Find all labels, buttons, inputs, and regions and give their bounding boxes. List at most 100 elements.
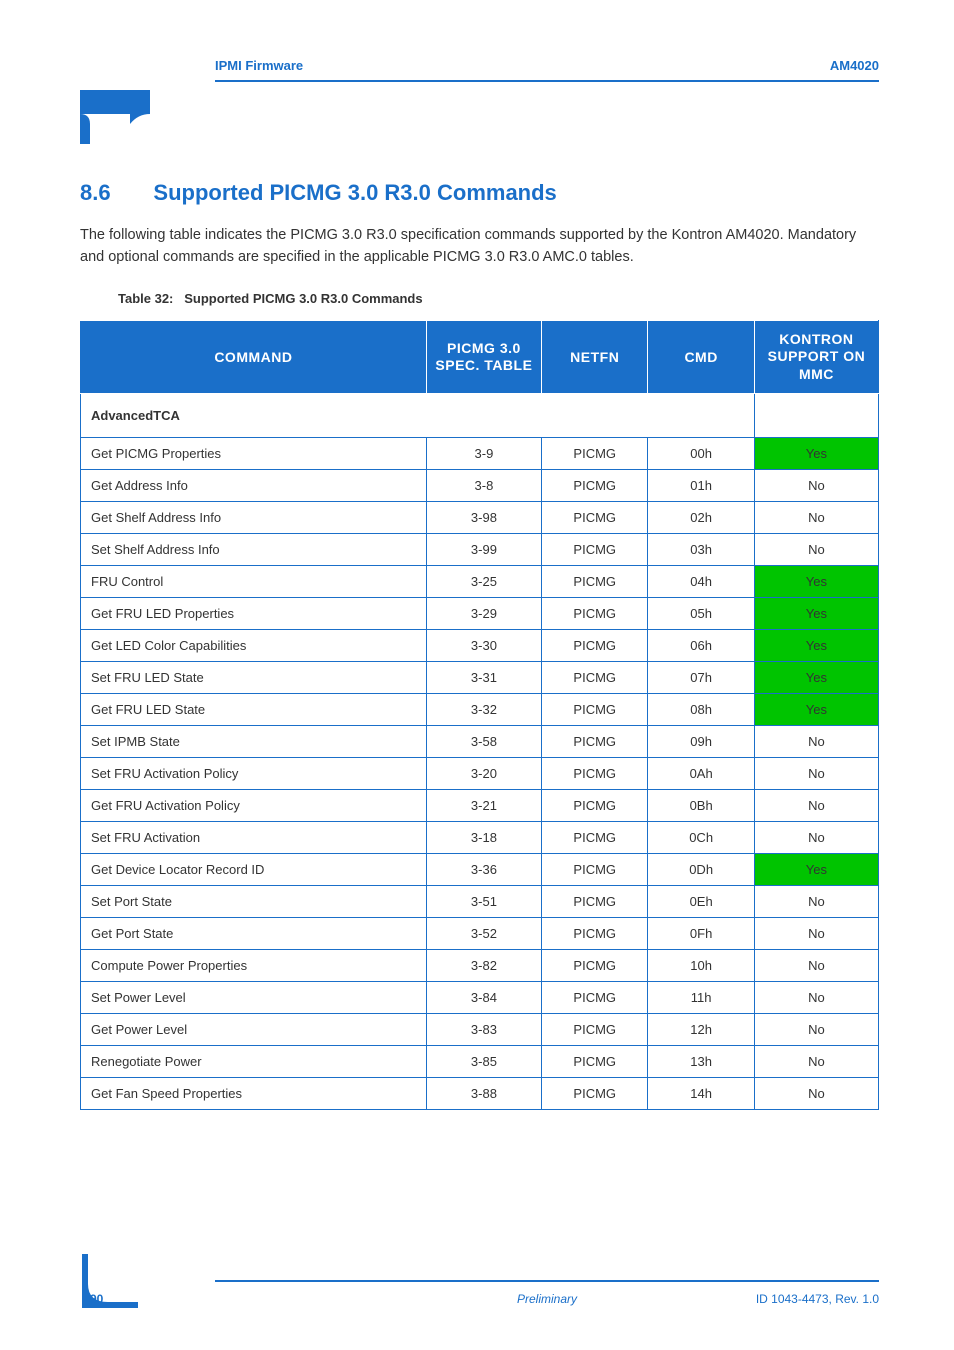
cell-command: Get PICMG Properties [81, 438, 427, 470]
table-row: Get Device Locator Record ID3-36PICMG0Dh… [81, 854, 879, 886]
table-row: Set Port State3-51PICMG0EhNo [81, 886, 879, 918]
cell-netfn: PICMG [542, 534, 648, 566]
cell-spec-table: 3-9 [426, 438, 541, 470]
cell-support: No [754, 982, 878, 1014]
cell-support: Yes [754, 566, 878, 598]
cell-command: Get Fan Speed Properties [81, 1078, 427, 1110]
table-row: Compute Power Properties3-82PICMG10hNo [81, 950, 879, 982]
cell-command: Get Power Level [81, 1014, 427, 1046]
cell-netfn: PICMG [542, 726, 648, 758]
cell-command: Set FRU LED State [81, 662, 427, 694]
cell-netfn: PICMG [542, 1014, 648, 1046]
cell-command: Set Shelf Address Info [81, 534, 427, 566]
cell-cmd: 11h [648, 982, 754, 1014]
cell-support: Yes [754, 630, 878, 662]
cell-cmd: 00h [648, 438, 754, 470]
table-row: Get Port State3-52PICMG0FhNo [81, 918, 879, 950]
cell-command: Get Port State [81, 918, 427, 950]
cell-netfn: PICMG [542, 502, 648, 534]
table-row: Get FRU LED Properties3-29PICMG05hYes [81, 598, 879, 630]
table-caption: Table 32: Supported PICMG 3.0 R3.0 Comma… [118, 291, 879, 306]
cell-netfn: PICMG [542, 982, 648, 1014]
table-row: Get LED Color Capabilities3-30PICMG06hYe… [81, 630, 879, 662]
cell-netfn: PICMG [542, 566, 648, 598]
cell-spec-table: 3-20 [426, 758, 541, 790]
table-row: Set Shelf Address Info3-99PICMG03hNo [81, 534, 879, 566]
table-row: Set Power Level3-84PICMG11hNo [81, 982, 879, 1014]
cell-spec-table: 3-88 [426, 1078, 541, 1110]
cell-command: Set Port State [81, 886, 427, 918]
cell-spec-table: 3-21 [426, 790, 541, 822]
cell-spec-table: 3-32 [426, 694, 541, 726]
table-row: Renegotiate Power3-85PICMG13hNo [81, 1046, 879, 1078]
cell-netfn: PICMG [542, 918, 648, 950]
cell-support: No [754, 1014, 878, 1046]
cell-netfn: PICMG [542, 470, 648, 502]
cell-spec-table: 3-85 [426, 1046, 541, 1078]
cell-cmd: 0Eh [648, 886, 754, 918]
cell-cmd: 03h [648, 534, 754, 566]
top-rule [215, 80, 879, 82]
table-row: Get FRU LED State3-32PICMG08hYes [81, 694, 879, 726]
table-row: Get Fan Speed Properties3-88PICMG14hNo [81, 1078, 879, 1110]
running-head-right: AM4020 [830, 58, 879, 73]
section-label-empty [754, 394, 878, 438]
cell-support: No [754, 950, 878, 982]
cell-cmd: 09h [648, 726, 754, 758]
cell-support: No [754, 534, 878, 566]
cell-spec-table: 3-84 [426, 982, 541, 1014]
cell-spec-table: 3-8 [426, 470, 541, 502]
cell-cmd: 01h [648, 470, 754, 502]
th-cmd: CMD [648, 320, 754, 394]
foot-rule [215, 1280, 879, 1282]
cell-support: No [754, 726, 878, 758]
content-area: 8.6 Supported PICMG 3.0 R3.0 Commands Th… [80, 180, 879, 1110]
cell-netfn: PICMG [542, 822, 648, 854]
th-netfn: NETFN [542, 320, 648, 394]
cell-spec-table: 3-36 [426, 854, 541, 886]
cell-netfn: PICMG [542, 662, 648, 694]
page: IPMI Firmware AM4020 8.6 Supported PICMG… [0, 0, 954, 1350]
section-label-cell: AdvancedTCA [81, 394, 755, 438]
cell-cmd: 0Ch [648, 822, 754, 854]
cell-cmd: 14h [648, 1078, 754, 1110]
table-section-row: AdvancedTCA [81, 394, 879, 438]
footer-right: ID 1043-4473, Rev. 1.0 [756, 1292, 879, 1306]
cell-command: Get Shelf Address Info [81, 502, 427, 534]
table-row: Get PICMG Properties3-9PICMG00hYes [81, 438, 879, 470]
cell-cmd: 10h [648, 950, 754, 982]
th-command: COMMAND [81, 320, 427, 394]
cell-support: No [754, 790, 878, 822]
table-row: Set FRU LED State3-31PICMG07hYes [81, 662, 879, 694]
cell-cmd: 0Fh [648, 918, 754, 950]
cell-cmd: 0Dh [648, 854, 754, 886]
cell-cmd: 0Ah [648, 758, 754, 790]
cell-netfn: PICMG [542, 854, 648, 886]
cell-cmd: 08h [648, 694, 754, 726]
cell-support: No [754, 758, 878, 790]
cell-command: Set IPMB State [81, 726, 427, 758]
cell-support: Yes [754, 662, 878, 694]
cell-spec-table: 3-25 [426, 566, 541, 598]
cell-spec-table: 3-30 [426, 630, 541, 662]
cell-support: No [754, 918, 878, 950]
intro-paragraph: The following table indicates the PICMG … [80, 224, 879, 269]
cell-spec-table: 3-98 [426, 502, 541, 534]
cell-support: No [754, 1078, 878, 1110]
cell-command: Get FRU LED Properties [81, 598, 427, 630]
cell-netfn: PICMG [542, 790, 648, 822]
cell-cmd: 13h [648, 1046, 754, 1078]
cell-spec-table: 3-31 [426, 662, 541, 694]
cell-command: Get FRU LED State [81, 694, 427, 726]
th-support: KONTRON SUPPORT ON MMC [754, 320, 878, 394]
brand-mark-icon [80, 90, 150, 144]
cell-command: Compute Power Properties [81, 950, 427, 982]
table-header-row: COMMAND PICMG 3.0 SPEC. TABLE NETFN CMD … [81, 320, 879, 394]
cell-cmd: 12h [648, 1014, 754, 1046]
cell-support: Yes [754, 854, 878, 886]
cell-netfn: PICMG [542, 1046, 648, 1078]
section-title: 8.6 Supported PICMG 3.0 R3.0 Commands [80, 180, 879, 206]
th-spec-table: PICMG 3.0 SPEC. TABLE [426, 320, 541, 394]
table-caption-text: Supported PICMG 3.0 R3.0 Commands [184, 291, 422, 306]
cell-command: Get FRU Activation Policy [81, 790, 427, 822]
